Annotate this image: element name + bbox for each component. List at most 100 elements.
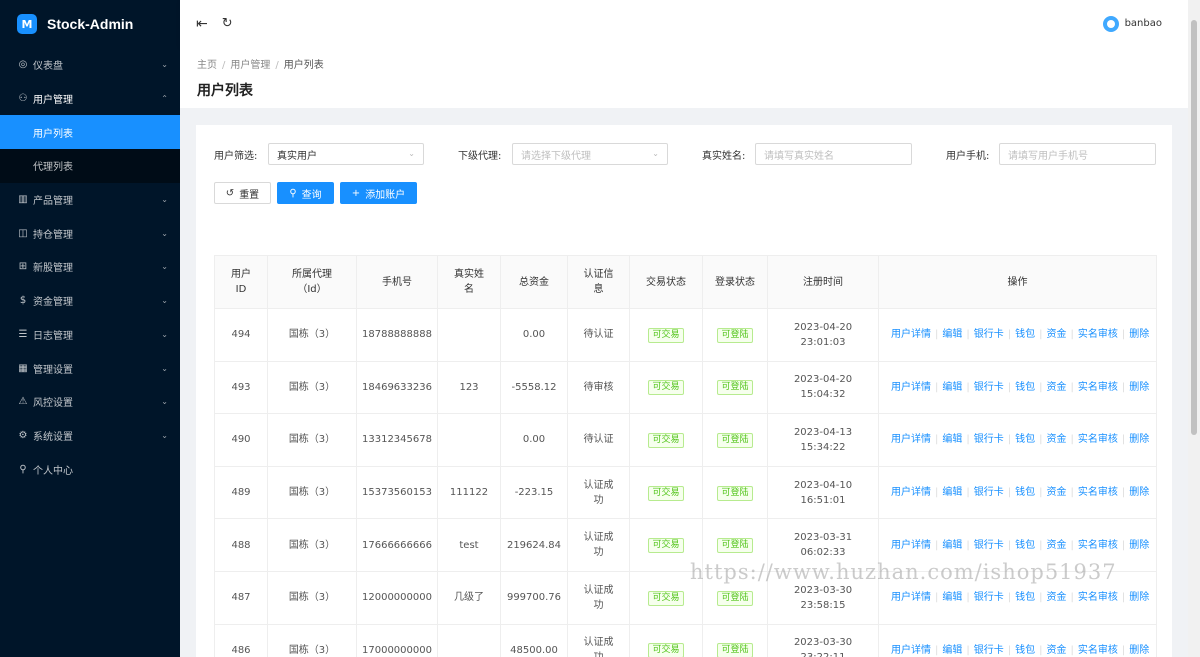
refresh-icon[interactable]: ↻ xyxy=(222,16,233,31)
sidebar-subitem[interactable]: 用户列表 xyxy=(0,115,180,150)
op-link[interactable]: 编辑 xyxy=(942,645,962,656)
op-link[interactable]: 银行卡 xyxy=(974,592,1004,603)
sidebar-item[interactable]: ⊞ 新股管理 ⌄ xyxy=(0,250,180,284)
op-link[interactable]: 实名审核 xyxy=(1078,329,1118,340)
op-link[interactable]: 用户详情 xyxy=(891,645,931,656)
sidebar-item[interactable]: ⚲ 个人中心 xyxy=(0,452,180,486)
op-link[interactable]: 编辑 xyxy=(942,487,962,498)
op-separator: | xyxy=(935,644,939,656)
breadcrumb-user-management[interactable]: 用户管理 xyxy=(230,60,270,71)
op-separator: | xyxy=(1070,644,1074,656)
op-link[interactable]: 银行卡 xyxy=(974,434,1004,445)
op-link[interactable]: 实名审核 xyxy=(1078,434,1118,445)
op-separator: | xyxy=(1121,487,1126,499)
username[interactable]: banbao xyxy=(1125,18,1162,29)
sub-agent-label: 下级代理: xyxy=(458,151,502,162)
sidebar-item[interactable]: ⚇ 用户管理 ⌃ xyxy=(0,82,180,116)
op-link[interactable]: 资金 xyxy=(1047,329,1067,340)
avatar[interactable] xyxy=(1102,15,1119,32)
user-menu[interactable]: banbao xyxy=(1102,15,1162,32)
op-link[interactable]: 钱包 xyxy=(1015,487,1035,498)
op-link[interactable]: 钱包 xyxy=(1015,329,1035,340)
scrollbar-thumb[interactable] xyxy=(1191,20,1197,435)
column-header: 用户 ID xyxy=(214,255,268,309)
op-link[interactable]: 钱包 xyxy=(1015,382,1035,393)
op-link[interactable]: 编辑 xyxy=(942,592,962,603)
op-link[interactable]: 用户详情 xyxy=(891,540,931,551)
op-link[interactable]: 用户详情 xyxy=(891,487,931,498)
cell-total-funds: -5558.12 xyxy=(500,360,568,415)
sidebar-item[interactable]: ▥ 产品管理 ⌄ xyxy=(0,183,180,217)
op-link[interactable]: 编辑 xyxy=(942,434,962,445)
register-time: 23:58:15 xyxy=(800,599,846,611)
op-link[interactable]: 银行卡 xyxy=(974,329,1004,340)
op-link[interactable]: 资金 xyxy=(1047,540,1067,551)
sub-agent-select[interactable]: 请选择下级代理 ⌄ xyxy=(512,143,668,165)
dashboard-icon: ◎ xyxy=(18,59,28,71)
logo[interactable]: M Stock-Admin xyxy=(0,0,180,48)
op-link[interactable]: 实名审核 xyxy=(1078,592,1118,603)
sidebar-item[interactable]: ⚙ 系统设置 ⌄ xyxy=(0,419,180,453)
op-link[interactable]: 实名审核 xyxy=(1078,382,1118,393)
column-header-text: 操作 xyxy=(1007,276,1028,288)
op-link[interactable]: 资金 xyxy=(1047,434,1067,445)
warning-icon: ⚠ xyxy=(18,396,28,408)
sidebar-item[interactable]: ▦ 管理设置 ⌄ xyxy=(0,351,180,385)
column-header: 总资金 xyxy=(500,255,568,309)
op-link[interactable]: 删除 xyxy=(1129,592,1149,603)
cell-total-funds: 0.00 xyxy=(500,413,568,467)
op-link[interactable]: 实名审核 xyxy=(1078,540,1118,551)
op-link[interactable]: 资金 xyxy=(1047,487,1067,498)
op-link[interactable]: 用户详情 xyxy=(891,592,931,603)
op-link[interactable]: 钱包 xyxy=(1015,645,1035,656)
op-link[interactable]: 编辑 xyxy=(942,382,962,393)
op-link[interactable]: 删除 xyxy=(1129,434,1149,445)
sidebar-item[interactable]: ◎ 仪表盘 ⌄ xyxy=(0,48,180,82)
op-link[interactable]: 用户详情 xyxy=(891,382,931,393)
op-link[interactable]: 删除 xyxy=(1129,329,1149,340)
op-link[interactable]: 编辑 xyxy=(942,329,962,340)
op-link[interactable]: 钱包 xyxy=(1015,592,1035,603)
sidebar-item[interactable]: ◫ 持仓管理 ⌄ xyxy=(0,216,180,250)
op-link[interactable]: 钱包 xyxy=(1015,434,1035,445)
menu-fold-icon[interactable]: ⇤ xyxy=(196,16,208,32)
table-row: 488 国栋（3） 17666666666 test 219624.84 认证成功可交易可… xyxy=(214,518,1157,572)
op-link[interactable]: 删除 xyxy=(1129,645,1149,656)
phone-input[interactable]: 请填写用户手机号 xyxy=(999,143,1156,165)
op-link[interactable]: 删除 xyxy=(1129,487,1149,498)
op-link[interactable]: 钱包 xyxy=(1015,540,1035,551)
column-header-text: 交易状态 xyxy=(646,276,686,288)
chevron-down-icon: ⌄ xyxy=(161,397,168,407)
search-button[interactable]: ⚲ 查询 xyxy=(277,182,334,204)
op-link[interactable]: 用户详情 xyxy=(891,329,931,340)
op-link[interactable]: 编辑 xyxy=(942,540,962,551)
register-date: 2023-03-31 xyxy=(793,532,853,544)
op-link[interactable]: 资金 xyxy=(1047,592,1067,603)
op-link[interactable]: 用户详情 xyxy=(891,434,931,445)
op-link[interactable]: 删除 xyxy=(1129,382,1149,393)
op-link[interactable]: 银行卡 xyxy=(974,382,1004,393)
add-account-button[interactable]: + 添加账户 xyxy=(340,182,417,204)
op-link[interactable]: 实名审核 xyxy=(1078,645,1118,656)
real-name-input[interactable]: 请填写真实姓名 xyxy=(755,143,912,165)
cell-operations: 用户详情 | 编辑 | 银行卡 | 钱包 | 资金 | 实名审核 | 删除 xyxy=(878,465,1157,520)
cell-phone: 13312345678 xyxy=(356,413,438,467)
user-filter-select[interactable]: 真实用户 ⌄ xyxy=(268,143,424,165)
reset-button[interactable]: ↺ 重置 xyxy=(214,182,271,204)
sidebar-item[interactable]: $ 资金管理 ⌄ xyxy=(0,284,180,318)
column-header-text: 手机号 xyxy=(382,276,412,288)
sidebar-subitem[interactable]: 代理列表 xyxy=(0,149,180,183)
chevron-down-icon: ⌄ xyxy=(161,195,168,205)
page-scrollbar[interactable] xyxy=(1188,0,1200,657)
sidebar-item[interactable]: ⚠ 风控设置 ⌄ xyxy=(0,385,180,419)
breadcrumb-home[interactable]: 主页 xyxy=(197,60,217,71)
op-link[interactable]: 银行卡 xyxy=(974,487,1004,498)
cell-register-time: 2023-03-30 23:22:11 xyxy=(767,623,879,657)
op-link[interactable]: 资金 xyxy=(1047,382,1067,393)
op-link[interactable]: 银行卡 xyxy=(974,645,1004,656)
op-link[interactable]: 删除 xyxy=(1129,540,1149,551)
op-link[interactable]: 资金 xyxy=(1047,645,1067,656)
sidebar-item[interactable]: ☰ 日志管理 ⌄ xyxy=(0,318,180,352)
op-link[interactable]: 银行卡 xyxy=(974,540,1004,551)
op-link[interactable]: 实名审核 xyxy=(1078,487,1118,498)
